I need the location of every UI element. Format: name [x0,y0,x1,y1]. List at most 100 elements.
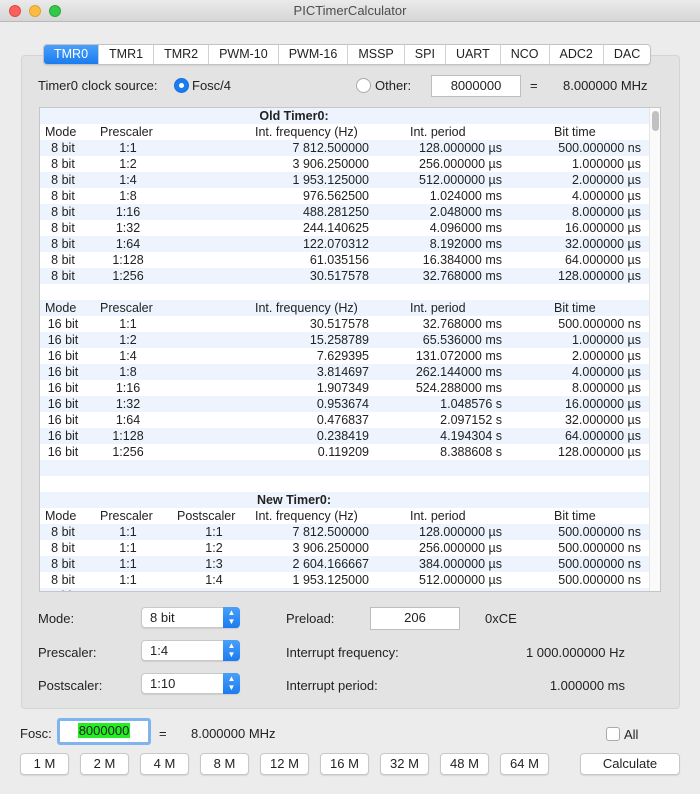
table-cell: 500.000000 ns [558,525,641,539]
table-row: 16 bit 1:1 30.517578 32.768000 ms 500.000000… [40,316,649,332]
table-cell: 1 953.125000 [292,173,369,187]
postscaler-value: 1:10 [150,676,176,691]
fosc-value: 8000000 [77,723,131,738]
table-cell: 488.281250 [302,205,369,219]
table-cell: 1:16 [115,205,141,219]
calculate-button[interactable]: Calculate [580,753,680,775]
table-cell: 2.097152 s [440,413,502,427]
fosc-input[interactable]: 8000000 [57,718,151,745]
postscaler-select[interactable]: 1:10 ▲ ▼ [141,673,240,694]
mode-select[interactable]: 8 bit ▲ ▼ [141,607,240,628]
prescaler-select[interactable]: 1:4 ▲ ▼ [141,640,240,661]
clock-source-label: Timer0 clock source: [38,78,158,93]
mode-label: Mode: [38,611,75,626]
column-header: Mode [45,301,77,315]
stepper-icon: ▲ ▼ [223,640,240,661]
table-row: 16 bit 1:64 0.476837 2.097152 s 32.000000 µs [40,412,649,428]
table-cell: 512.000000 µs [419,173,502,187]
other-label: Other: [375,78,412,93]
column-header: Prescaler [100,301,153,315]
other-radio[interactable] [356,78,371,93]
zoom-button[interactable] [49,5,61,17]
all-checkbox[interactable] [606,727,620,741]
section-title-row: Old Timer0: [40,108,649,124]
other-frequency-input[interactable]: 8000000 [431,75,521,97]
interrupt-frequency-label: Interrupt frequency: [286,645,399,660]
table-cell: 8.000000 µs [571,381,641,395]
table-cell: 32.768000 ms [422,269,502,283]
table-cell: 500.000000 ns [558,317,641,331]
preset-32m-button[interactable]: 32 M [380,753,429,775]
table-cell: 64.000000 µs [564,253,641,267]
header-row: Mode Prescaler Postscaler Int. frequency (H… [40,508,649,524]
table-row: 8 bit 1:64 122.070312 8.192000 ms 32.000000 … [40,236,649,252]
table-cell: 30.517578 [309,269,369,283]
table-cell: 262.144000 ms [415,365,502,379]
table-title: New Timer0: [256,493,332,507]
preset-12m-button[interactable]: 12 M [260,753,309,775]
table-cell: 1.048576 s [440,397,502,411]
tab-bar: TMR0 TMR1 TMR2 PWM-10 PWM-16 MSSP SPI UART NCO AD… [43,44,652,65]
table-cell: 1.024000 ms [429,189,502,203]
table-cell: 16.000000 µs [564,221,641,235]
table-row: 8 bit 1:128 61.035156 16.384000 ms 64.000000… [40,252,649,268]
table-cell: 1:128 [112,253,144,267]
table-cell: 2 604.166667 [292,557,369,571]
table-row: 8 bit 1:1 7 812.500000 128.000000 µs 500.000… [40,140,649,156]
other-frequency-result: 8.000000 MHz [563,78,648,93]
table-cell: 2.000000 µs [571,173,641,187]
tab-pwm-16[interactable]: PWM-16 [279,45,349,64]
table-cell: 3 906.250000 [292,541,369,555]
tab-nco[interactable]: NCO [501,45,550,64]
fosc4-radio[interactable] [174,78,189,93]
tab-tmr2[interactable]: TMR2 [154,45,210,64]
preset-1m-button[interactable]: 1 M [20,753,69,775]
table-cell: 64.000000 µs [564,429,641,443]
scrollbar-thumb[interactable] [652,111,659,131]
section-title-row: New Timer0: [40,492,649,508]
preset-64m-button[interactable]: 64 M [500,753,549,775]
table-cell: 15.258789 [309,333,369,347]
table-cell: 4.000000 µs [571,365,641,379]
preset-2m-button[interactable]: 2 M [80,753,129,775]
table-cell: 500.000000 ns [558,541,641,555]
tab-uart[interactable]: UART [446,45,501,64]
table-row: 8 bit 1:1 1:2 3 906.250000 256.000000 µs 500.… [40,540,649,556]
prescaler-label: Prescaler: [38,645,97,660]
table-cell: 0.119209 [317,445,369,459]
table-cell: 1:1 [205,525,223,539]
close-button[interactable] [9,5,21,17]
header-row: Mode Prescaler Int. frequency (Hz) Int. per… [40,124,649,140]
minimize-button[interactable] [29,5,41,17]
table-cell: 7 812.500000 [292,525,369,539]
table-cell: 131.072000 ms [415,349,502,363]
tab-spi[interactable]: SPI [405,45,446,64]
table-cell: 128.000000 µs [558,269,641,283]
tab-mssp[interactable]: MSSP [348,45,405,64]
table-cell: 500.000000 ns [558,573,641,587]
preset-48m-button[interactable]: 48 M [440,753,489,775]
table-cell: 1:1 [119,525,137,539]
preset-4m-button[interactable]: 4 M [140,753,189,775]
blank-row [40,284,649,300]
tab-tmr0[interactable]: TMR0 [44,45,100,64]
column-header: Bit time [554,509,596,523]
preload-input[interactable]: 206 [370,607,460,630]
table-row: 16 bit 1:16 1.907349 524.288000 ms 8.000000 … [40,380,649,396]
column-header: Bit time [554,301,596,315]
tab-tmr1[interactable]: TMR1 [99,45,155,64]
tab-pwm-10[interactable]: PWM-10 [209,45,279,64]
prescaler-value: 1:4 [150,643,169,658]
vertical-scrollbar[interactable] [649,108,660,591]
preset-16m-button[interactable]: 16 M [320,753,369,775]
column-header: Int. frequency (Hz) [255,509,358,523]
tab-dac[interactable]: DAC [604,45,650,64]
column-header: Int. period [410,125,466,139]
interrupt-frequency-value: 1 000.000000 Hz [525,645,625,660]
preset-8m-button[interactable]: 8 M [200,753,249,775]
tab-adc2[interactable]: ADC2 [550,45,604,64]
table-cell: 512.000000 µs [419,573,502,587]
table-cell: 640.000000 µs [419,588,502,591]
table-cell: 0.238419 [316,429,369,443]
table-cell: 1:64 [115,413,141,427]
